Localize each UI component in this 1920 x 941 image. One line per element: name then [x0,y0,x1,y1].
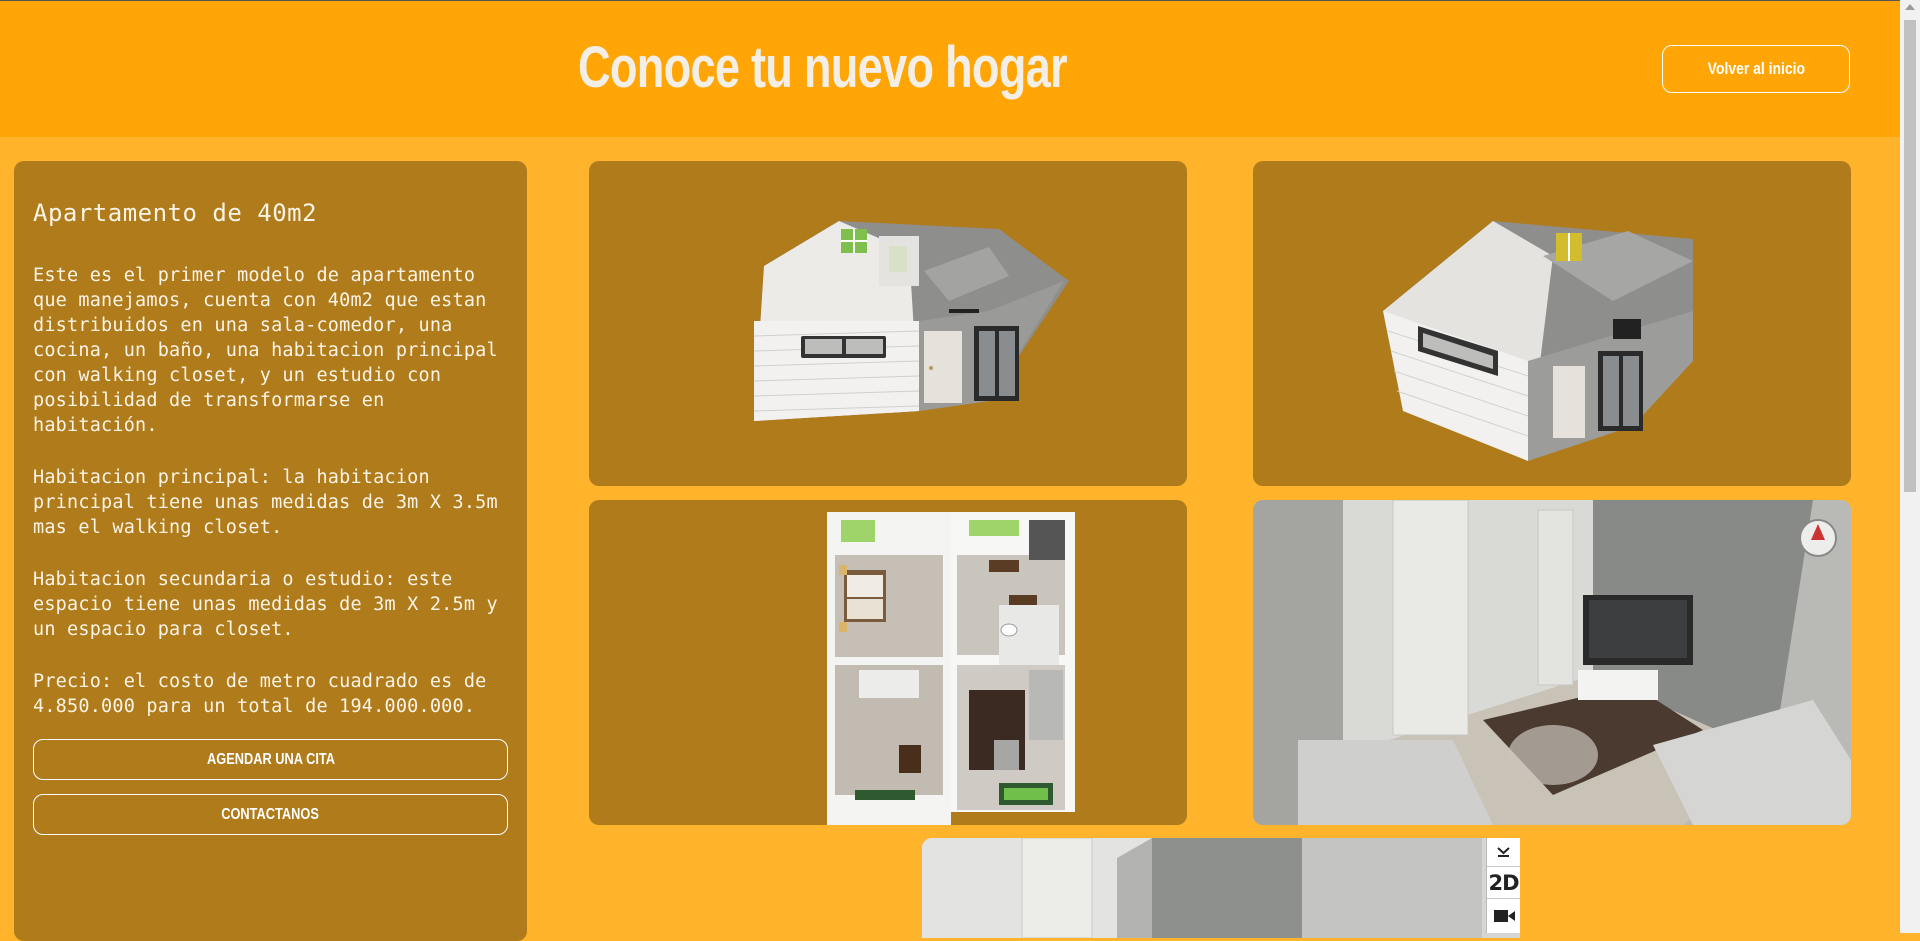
floor-plan-image [827,512,1075,825]
site-header: Conoce tu nuevo hogar Volver al inicio [0,1,1900,137]
render-interior-partial[interactable] [922,838,1520,938]
camera-icon[interactable] [1487,900,1520,933]
back-to-home-label: Volver al inicio [1707,59,1805,78]
secondary-bedroom-description: Habitacion secundaria o estudio: este es… [33,569,498,640]
contact-us-button[interactable]: CONTACTANOS [33,794,508,835]
isometric-house-image [753,221,1069,421]
render-floor-plan[interactable] [589,500,1187,825]
apartment-description: Este es el primer modelo de apartamento … [33,265,498,436]
render-interior-view[interactable] [1253,500,1851,825]
collapse-chevron-icon[interactable] [1487,838,1520,867]
page-title: Conoce tu nuevo hogar [578,35,1068,100]
main-bedroom-description: Habitacion principal: la habitacion prin… [33,467,498,538]
apartment-title: Apartamento de 40m2 [33,199,318,227]
scroll-thumb[interactable] [1904,20,1916,492]
interior-hallway-image [922,838,1520,938]
interior-living-room-image [1253,500,1851,825]
schedule-appointment-button[interactable]: AGENDAR UNA CITA [33,739,508,780]
price-description: Precio: el costo de metro cuadrado es de… [33,671,487,717]
render-isometric-side[interactable] [1253,161,1851,486]
schedule-appointment-label: AGENDAR UNA CITA [206,750,335,768]
isometric-house-side-image [1383,221,1693,461]
scroll-up-arrow-icon[interactable] [1905,4,1915,10]
page-scrollbar[interactable] [1900,0,1920,933]
render-isometric-front[interactable] [589,161,1187,486]
view-2d-toggle[interactable]: 2D [1487,868,1520,899]
contact-us-label: CONTACTANOS [221,805,320,823]
viewer-controls: 2D [1486,838,1520,933]
back-to-home-button[interactable]: Volver al inicio [1662,45,1850,93]
apartment-info-panel: Apartamento de 40m2 Este es el primer mo… [14,161,527,941]
